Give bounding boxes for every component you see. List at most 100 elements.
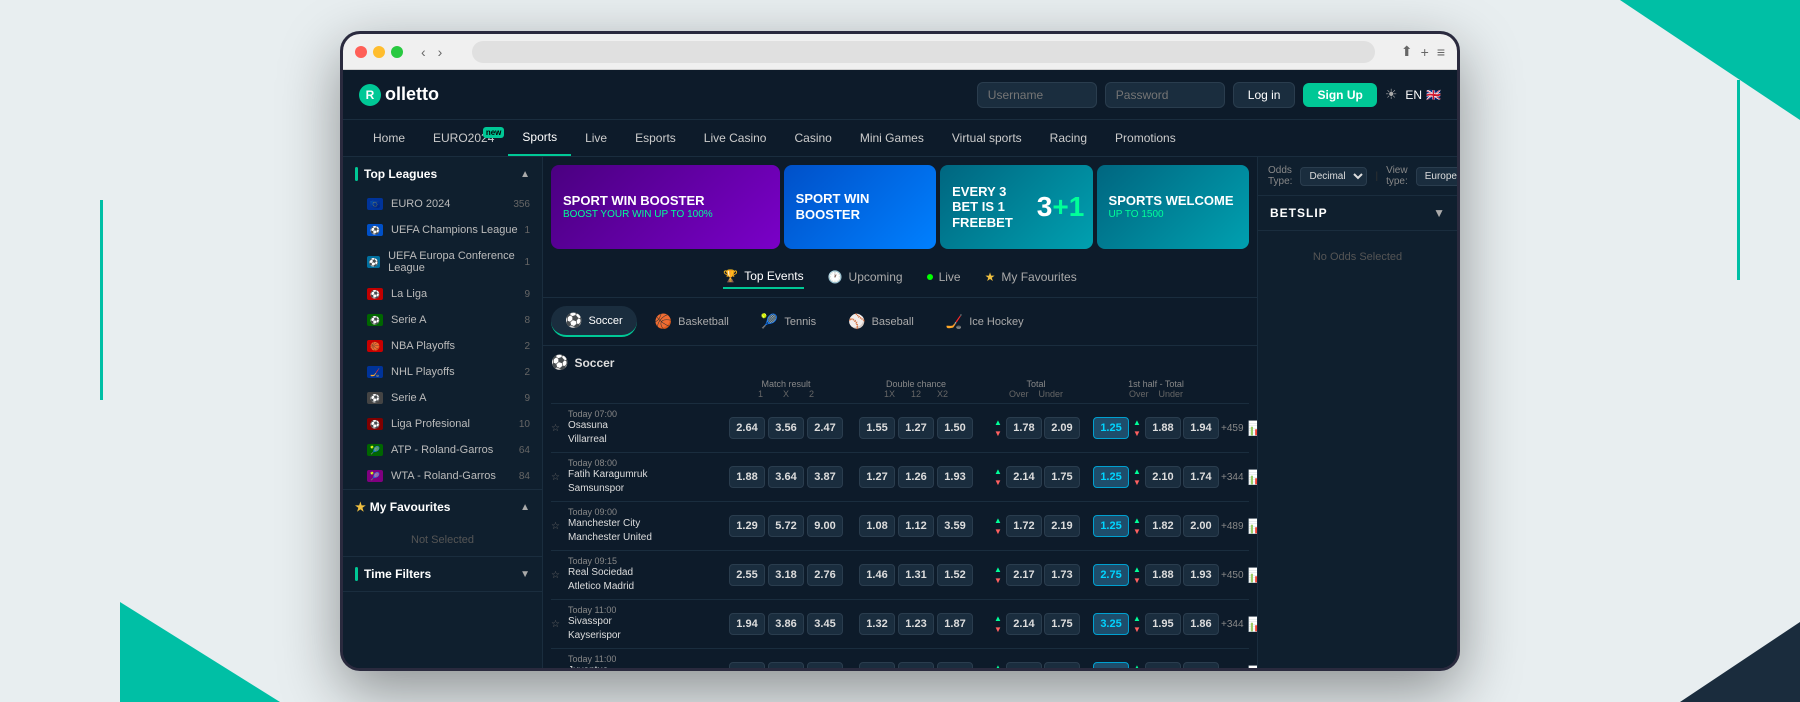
odds-2-x[interactable]: 3.64 <box>768 466 804 488</box>
sport-tab-soccer[interactable]: ⚽ Soccer <box>551 306 637 337</box>
fav-star-1[interactable]: ☆ <box>551 423 560 434</box>
more-btn-5[interactable]: +344 <box>1221 619 1244 630</box>
dc-2-x2[interactable]: 1.93 <box>937 466 973 488</box>
chart-icon-5[interactable]: 📊 <box>1248 616 1257 633</box>
odds-4-x[interactable]: 3.18 <box>768 564 804 586</box>
league-euro2024[interactable]: 🇪🇺 EURO 2024 356 <box>343 191 542 217</box>
nav-euro2024[interactable]: EURO2024 new <box>419 121 508 155</box>
banner-1[interactable]: SPORT WIN BOOSTERBOOST YOUR WIN UP TO 10… <box>551 165 780 249</box>
total-over-6[interactable]: 1.72 <box>1006 662 1042 668</box>
ht-hl-6[interactable]: 2.75 <box>1093 662 1129 668</box>
fav-star-4[interactable]: ☆ <box>551 570 560 581</box>
ht-under-6[interactable]: 1.90 <box>1183 662 1219 668</box>
nav-mini-games[interactable]: Mini Games <box>846 121 938 155</box>
league-serie2[interactable]: ⚽ Serie A 9 <box>343 385 542 411</box>
total-under-6[interactable]: 2.18 <box>1044 662 1080 668</box>
total-under-1[interactable]: 2.09 <box>1044 417 1080 439</box>
odds-3-x[interactable]: 5.72 <box>768 515 804 537</box>
sport-tab-basketball[interactable]: 🏀 Basketball <box>641 307 743 336</box>
ht-hl-3[interactable]: 1.25 <box>1093 515 1129 537</box>
total-over-4[interactable]: 2.17 <box>1006 564 1042 586</box>
dc-6-x2[interactable]: 2.81 <box>937 662 973 668</box>
total-under-4[interactable]: 1.73 <box>1044 564 1080 586</box>
odds-6-x[interactable]: 4.65 <box>768 662 804 668</box>
sport-tab-tennis[interactable]: 🎾 Tennis <box>747 307 830 336</box>
more-btn-2[interactable]: +344 <box>1221 472 1244 483</box>
sport-tab-ice-hockey[interactable]: 🏒 Ice Hockey <box>932 307 1038 336</box>
dc-4-1x[interactable]: 1.46 <box>859 564 895 586</box>
ht-over-2[interactable]: 2.10 <box>1145 466 1181 488</box>
dc-4-12[interactable]: 1.31 <box>898 564 934 586</box>
nav-live-casino[interactable]: Live Casino <box>690 121 781 155</box>
dc-5-12[interactable]: 1.23 <box>898 613 934 635</box>
dc-4-x2[interactable]: 1.52 <box>937 564 973 586</box>
league-serie-a[interactable]: ⚽ Serie A 8 <box>343 307 542 333</box>
fav-star-2[interactable]: ☆ <box>551 472 560 483</box>
ht-under-4[interactable]: 1.93 <box>1183 564 1219 586</box>
more-btn-1[interactable]: +459 <box>1221 423 1244 434</box>
fav-star-6[interactable]: ☆ <box>551 668 560 669</box>
tab-top-events[interactable]: 🏆 Top Events <box>723 265 803 289</box>
odds-5-x[interactable]: 3.86 <box>768 613 804 635</box>
theme-icon[interactable]: ☀ <box>1385 86 1398 103</box>
dc-3-1x[interactable]: 1.08 <box>859 515 895 537</box>
total-under-3[interactable]: 2.19 <box>1044 515 1080 537</box>
dc-2-12[interactable]: 1.26 <box>898 466 934 488</box>
dc-5-x2[interactable]: 1.87 <box>937 613 973 635</box>
chart-icon-4[interactable]: 📊 <box>1248 567 1257 584</box>
odds-2-2[interactable]: 3.87 <box>807 466 843 488</box>
odds-1-x[interactable]: 3.56 <box>768 417 804 439</box>
nav-sports[interactable]: Sports <box>508 120 571 156</box>
league-conference[interactable]: ⚽ UEFA Europa Conference League 1 <box>343 243 542 281</box>
more-btn-4[interactable]: +450 <box>1221 570 1244 581</box>
ht-over-5[interactable]: 1.95 <box>1145 613 1181 635</box>
ht-under-1[interactable]: 1.94 <box>1183 417 1219 439</box>
total-under-2[interactable]: 1.75 <box>1044 466 1080 488</box>
language-selector[interactable]: EN 🇬🇧 <box>1405 88 1441 102</box>
league-wta[interactable]: 🎾 WTA - Roland-Garros 84 <box>343 463 542 489</box>
add-tab-button[interactable]: + <box>1421 43 1429 60</box>
view-type-select[interactable]: European <box>1416 167 1457 186</box>
password-input[interactable] <box>1105 82 1225 108</box>
odds-4-2[interactable]: 2.76 <box>807 564 843 586</box>
username-input[interactable] <box>977 82 1097 108</box>
ht-over-1[interactable]: 1.88 <box>1145 417 1181 439</box>
ht-under-2[interactable]: 1.74 <box>1183 466 1219 488</box>
chart-icon-3[interactable]: 📊 <box>1248 518 1257 535</box>
nav-home[interactable]: Home <box>359 121 419 155</box>
betslip-chevron[interactable]: ▼ <box>1433 206 1445 220</box>
time-filters-header[interactable]: Time Filters ▼ <box>343 557 542 591</box>
league-champions[interactable]: ⚽ UEFA Champions League 1 <box>343 217 542 243</box>
odds-5-2[interactable]: 3.45 <box>807 613 843 635</box>
tab-upcoming[interactable]: 🕐 Upcoming <box>828 266 903 288</box>
sport-tab-baseball[interactable]: ⚾ Baseball <box>834 307 928 336</box>
tab-my-favourites[interactable]: ★ My Favourites <box>985 266 1077 288</box>
dc-6-12[interactable]: 1.17 <box>898 662 934 668</box>
window-minimize-dot[interactable] <box>373 46 385 58</box>
ht-hl-1[interactable]: 1.25 <box>1093 417 1129 439</box>
nav-esports[interactable]: Esports <box>621 121 690 155</box>
ht-under-5[interactable]: 1.86 <box>1183 613 1219 635</box>
chart-icon-6[interactable]: 📊 <box>1248 665 1257 669</box>
dc-5-1x[interactable]: 1.32 <box>859 613 895 635</box>
ht-over-4[interactable]: 1.88 <box>1145 564 1181 586</box>
odds-6-1[interactable]: 1.44 <box>729 662 765 668</box>
total-over-2[interactable]: 2.14 <box>1006 466 1042 488</box>
banner-2[interactable]: SPORT WIN BOOSTER <box>784 165 936 249</box>
chart-icon-1[interactable]: 📊 <box>1248 420 1257 437</box>
nav-casino[interactable]: Casino <box>780 121 845 155</box>
odds-1-1[interactable]: 2.64 <box>729 417 765 439</box>
chart-icon-2[interactable]: 📊 <box>1248 469 1257 486</box>
address-bar[interactable] <box>472 41 1375 63</box>
odds-5-1[interactable]: 1.94 <box>729 613 765 635</box>
nav-live[interactable]: Live <box>571 121 621 155</box>
share-button[interactable]: ⬆ <box>1401 43 1413 60</box>
more-btn-6[interactable]: +441 <box>1221 668 1244 669</box>
odds-2-1[interactable]: 1.88 <box>729 466 765 488</box>
odds-4-1[interactable]: 2.55 <box>729 564 765 586</box>
window-close-dot[interactable] <box>355 46 367 58</box>
nav-promotions[interactable]: Promotions <box>1101 121 1190 155</box>
odds-3-2[interactable]: 9.00 <box>807 515 843 537</box>
fav-star-5[interactable]: ☆ <box>551 619 560 630</box>
forward-button[interactable]: › <box>434 42 447 62</box>
